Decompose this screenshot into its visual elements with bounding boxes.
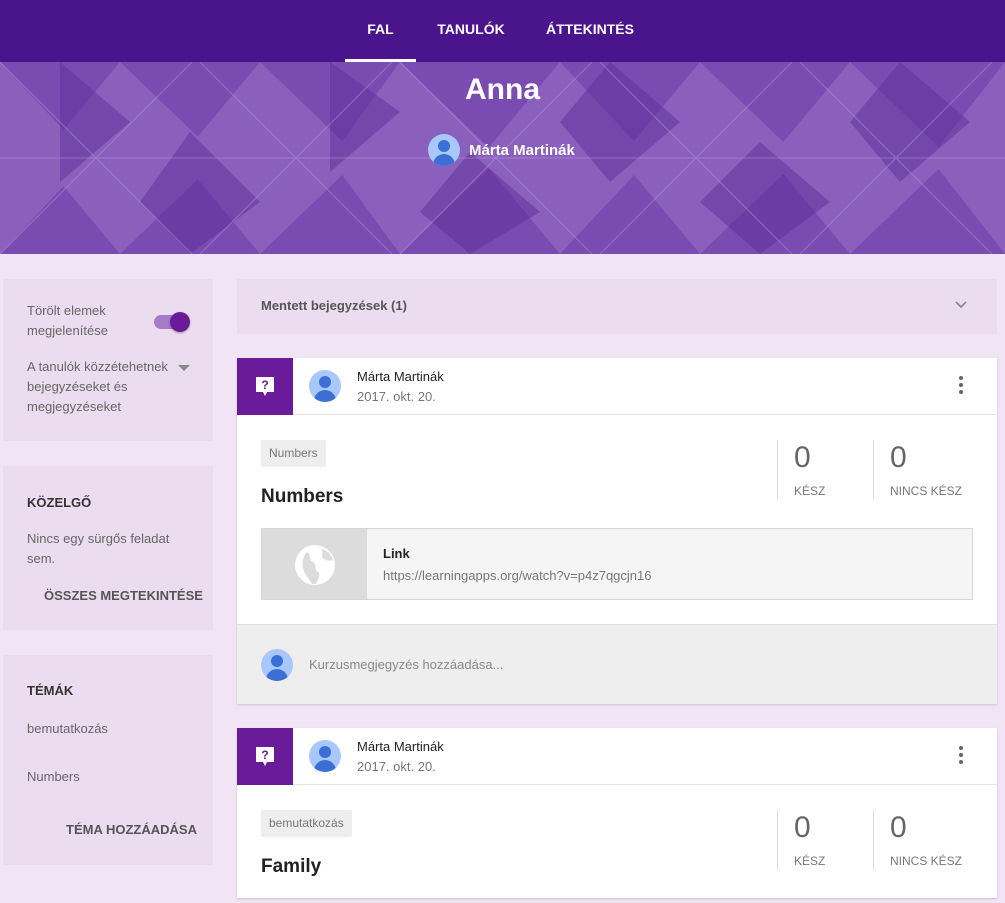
topics-panel: TÉMÁK bemutatkozás Numbers TÉMA HOZZÁADÁ… <box>3 655 213 865</box>
topic-chip: bemutatkozás <box>261 810 352 837</box>
link-thumbnail <box>262 529 367 599</box>
post-header: ? Márta Martinák 2017. okt. 20. <box>237 358 997 415</box>
svg-text:?: ? <box>261 378 268 392</box>
upcoming-empty-text: Nincs egy sürgős feladat sem. <box>27 531 170 566</box>
question-icon: ? <box>256 747 274 766</box>
post-date: 2017. okt. 20. <box>357 759 436 774</box>
topic-item[interactable]: Numbers <box>27 767 80 787</box>
more-vert-icon[interactable] <box>957 376 965 398</box>
more-vert-icon[interactable] <box>957 746 965 768</box>
svg-text:?: ? <box>261 748 268 762</box>
class-title: Anna <box>465 73 540 106</box>
assignment-title[interactable]: Numbers <box>261 486 343 508</box>
question-icon-box: ? <box>237 728 293 785</box>
not-done-label: NINCS KÉSZ <box>890 854 963 868</box>
question-icon: ? <box>256 377 274 396</box>
saved-posts-bar[interactable]: Mentett bejegyzések (1) <box>237 279 997 334</box>
top-nav: FAL TANULÓK ÁTTEKINTÉS <box>0 0 1005 62</box>
post-date: 2017. okt. 20. <box>357 389 436 404</box>
saved-posts-label: Mentett bejegyzések (1) <box>261 298 407 313</box>
link-attachment[interactable]: Link https://learningapps.org/watch?v=p4… <box>261 528 973 600</box>
show-deleted-label: Törölt elemek megjelenítése <box>27 303 108 338</box>
post-permission-label: A tanulók közzétehetnek bejegyzéseket és… <box>27 359 168 414</box>
add-topic-button[interactable]: TÉMA HOZZÁADÁSA <box>66 822 197 837</box>
avatar <box>428 134 460 166</box>
post-author: Márta Martinák <box>357 739 444 754</box>
post-card: ? Márta Martinák 2017. okt. 20. bemutatk… <box>237 728 997 898</box>
upcoming-title: KÖZELGŐ <box>27 495 92 510</box>
not-done-stat[interactable]: 0 NINCS KÉSZ <box>873 810 983 870</box>
show-deleted-toggle[interactable] <box>152 312 190 332</box>
assignment-title[interactable]: Family <box>261 856 321 878</box>
settings-panel: Törölt elemek megjelenítése A tanulók kö… <box>3 279 213 441</box>
link-title: Link <box>383 546 410 561</box>
not-done-count: 0 <box>890 441 907 474</box>
tab-students[interactable]: TANULÓK <box>430 0 512 62</box>
permission-dropdown-icon[interactable] <box>178 365 190 371</box>
chevron-down-icon[interactable] <box>955 298 967 310</box>
globe-icon <box>295 545 335 585</box>
upcoming-panel: KÖZELGŐ Nincs egy sürgős feladat sem. ÖS… <box>3 466 213 630</box>
not-done-stat[interactable]: 0 NINCS KÉSZ <box>873 440 983 500</box>
not-done-label: NINCS KÉSZ <box>890 484 963 498</box>
class-comment-input[interactable]: Kurzusmegjegyzés hozzáadása... <box>309 657 503 672</box>
done-stat[interactable]: 0 KÉSZ <box>777 440 873 500</box>
post-author: Márta Martinák <box>357 369 444 384</box>
tab-stream[interactable]: FAL <box>345 0 416 62</box>
topic-chip: Numbers <box>261 440 326 467</box>
not-done-count: 0 <box>890 811 907 844</box>
avatar <box>309 740 341 772</box>
comment-bar: Kurzusmegjegyzés hozzáadása... <box>237 624 997 704</box>
done-count: 0 <box>794 811 811 844</box>
done-stat[interactable]: 0 KÉSZ <box>777 810 873 870</box>
done-label: KÉSZ <box>794 484 826 498</box>
tab-overview[interactable]: ÁTTEKINTÉS <box>540 0 640 62</box>
topic-item[interactable]: bemutatkozás <box>27 719 108 739</box>
done-count: 0 <box>794 441 811 474</box>
done-label: KÉSZ <box>794 854 826 868</box>
teacher-name: Márta Martinák <box>469 141 575 159</box>
topics-title: TÉMÁK <box>27 683 74 698</box>
question-icon-box: ? <box>237 358 293 415</box>
post-card: ? Márta Martinák 2017. okt. 20. Numbers … <box>237 358 997 704</box>
post-header: ? Márta Martinák 2017. okt. 20. <box>237 728 997 785</box>
link-url[interactable]: https://learningapps.org/watch?v=p4z7qgc… <box>383 568 652 583</box>
avatar <box>309 370 341 402</box>
view-all-button[interactable]: ÖSSZES MEGTEKINTÉSE <box>44 588 203 603</box>
teacher-info[interactable]: Márta Martinák <box>428 133 575 167</box>
avatar <box>261 649 293 681</box>
